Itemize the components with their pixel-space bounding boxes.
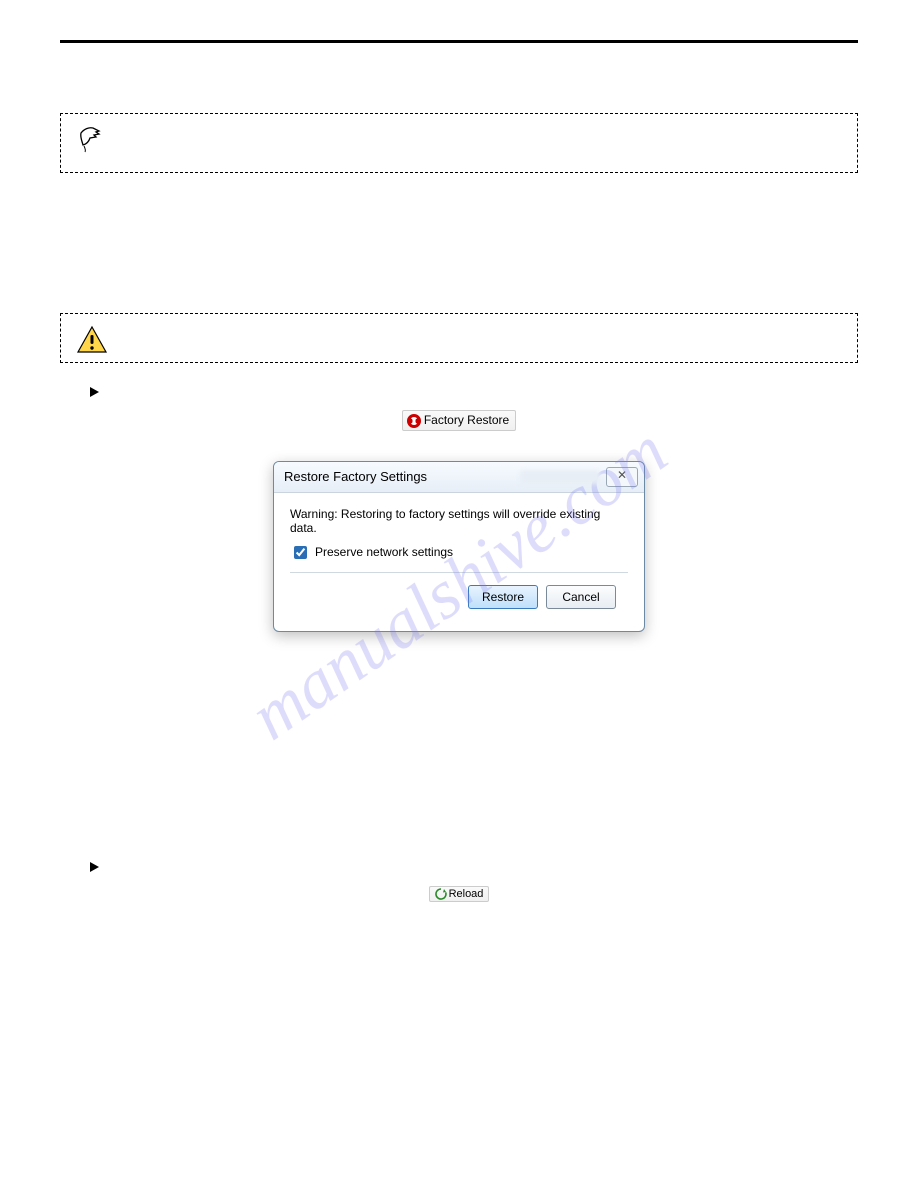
arrow-icon — [90, 387, 99, 397]
preserve-network-text: Preserve network settings — [315, 545, 453, 559]
dialog-warning-text: Warning: Restoring to factory settings w… — [290, 507, 628, 535]
preserve-network-checkbox-label[interactable]: Preserve network settings — [290, 543, 628, 562]
warning-box — [60, 313, 858, 363]
dialog-blur-area — [520, 470, 600, 484]
dialog-title-text: Restore Factory Settings — [284, 469, 427, 484]
lifering-icon — [407, 414, 421, 428]
dialog-titlebar: Restore Factory Settings ✕ — [274, 462, 644, 493]
restore-factory-dialog: Restore Factory Settings ✕ Warning: Rest… — [273, 461, 645, 632]
factory-restore-toolbar-button[interactable]: Factory Restore — [402, 410, 516, 431]
page-header-rule — [60, 40, 858, 43]
step-item-factory-restore — [90, 383, 858, 398]
step-item-reload — [90, 859, 858, 874]
note-icon — [75, 124, 109, 158]
reload-toolbar-button[interactable]: Reload — [429, 886, 490, 902]
restore-button[interactable]: Restore — [468, 585, 538, 609]
preserve-network-checkbox[interactable] — [294, 546, 307, 559]
factory-restore-label: Factory Restore — [424, 413, 509, 427]
arrow-icon — [90, 862, 99, 872]
cancel-button[interactable]: Cancel — [546, 585, 616, 609]
dialog-separator — [290, 572, 628, 573]
dialog-close-button[interactable]: ✕ — [606, 467, 638, 487]
reload-label: Reload — [449, 888, 484, 900]
note-box — [60, 113, 858, 173]
reload-icon — [435, 888, 447, 900]
warning-icon — [75, 324, 109, 356]
